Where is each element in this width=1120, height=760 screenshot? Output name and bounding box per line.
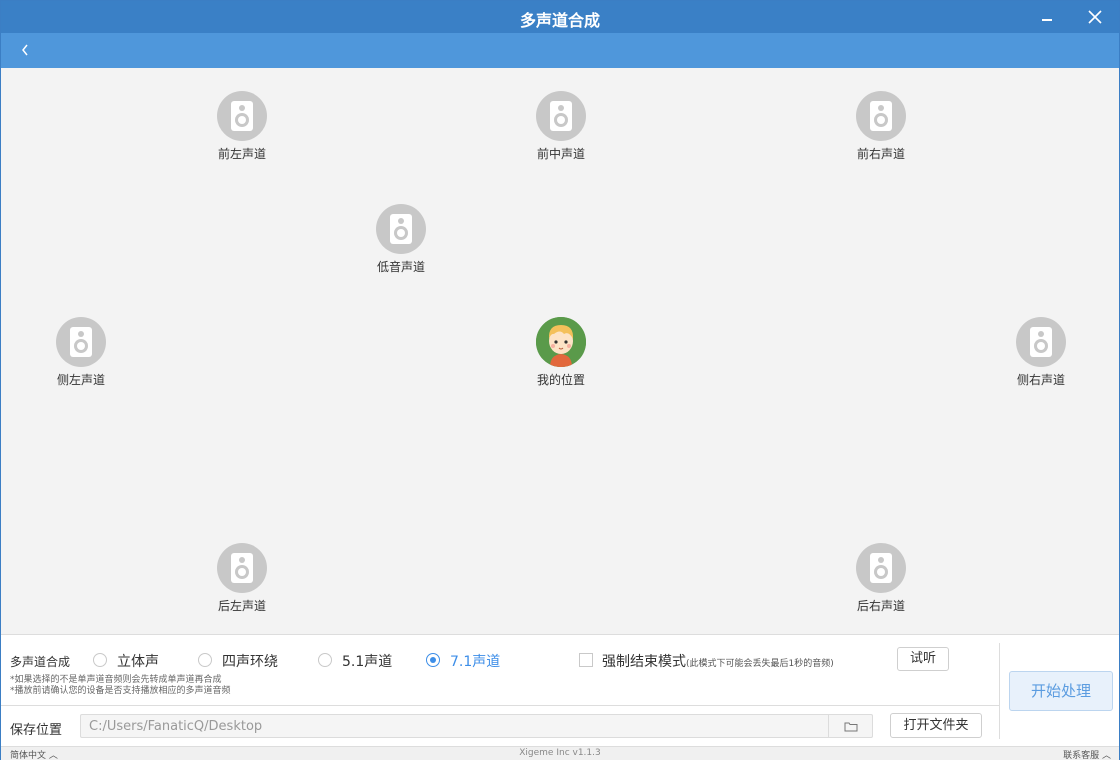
back-button[interactable] — [15, 40, 35, 60]
browse-button[interactable] — [828, 715, 872, 737]
speaker-icon — [1016, 317, 1066, 367]
radio-circle — [198, 653, 212, 667]
radio-label: 四声环绕 — [222, 654, 278, 670]
speaker-rear-left[interactable]: 后左声道 — [202, 543, 282, 614]
speaker-rear-right[interactable]: 后右声道 — [841, 543, 921, 614]
save-path-field — [80, 714, 873, 738]
start-button[interactable]: 开始处理 — [1009, 671, 1113, 711]
save-location-label: 保存位置 — [10, 723, 63, 738]
force-end-label: 强制结束模式 — [602, 654, 686, 670]
support-label: 联系客服 — [1063, 751, 1100, 760]
listener-position: 我的位置 — [521, 317, 601, 388]
window-title: 多声道合成 — [519, 11, 600, 30]
open-folder-button[interactable]: 打开文件夹 — [890, 713, 982, 738]
title-bar: 多声道合成 — [1, 1, 1119, 33]
speaker-label: 侧左声道 — [56, 373, 105, 387]
minimize-icon — [1042, 19, 1052, 21]
speaker-icon — [536, 91, 586, 141]
chevron-left-icon — [22, 44, 28, 56]
speaker-label: 侧右声道 — [1016, 373, 1065, 387]
speaker-icon — [217, 91, 267, 141]
radio-circle — [93, 653, 107, 667]
listener-label: 我的位置 — [536, 373, 585, 387]
note-line: *播放前请确认您的设备是否支持播放相应的多声道音频 — [10, 686, 231, 696]
folder-icon — [844, 722, 858, 732]
force-end-text: 强制结束模式(此模式下可能会丢失最后1秒的音频) — [602, 651, 834, 671]
radio-label: 7.1声道 — [450, 654, 501, 670]
nav-bar — [1, 33, 1119, 68]
speaker-layout: 前左声道 前中声道 前右声道 低音声道 侧左声道 我的位置 侧右声道 后左声道 … — [1, 68, 1119, 634]
chevron-up-icon: ︿ — [1101, 751, 1111, 760]
radio-label: 5.1声道 — [342, 654, 393, 670]
minimize-button[interactable] — [1025, 1, 1069, 33]
speaker-label: 后左声道 — [217, 599, 266, 613]
speaker-label: 前左声道 — [217, 147, 266, 161]
mode-label: 多声道合成 — [10, 655, 71, 669]
status-bar: 简体中文 ︿ Xigeme Inc v1.1.3 联系客服 ︿ — [1, 746, 1119, 760]
speaker-icon — [376, 204, 426, 254]
notes: *如果选择的不是单声道音频则会先转成单声道再合成 *播放前请确认您的设备是否支持… — [10, 675, 231, 697]
checkbox-box — [579, 653, 593, 667]
radio-circle — [426, 653, 440, 667]
divider — [999, 643, 1000, 739]
speaker-icon — [217, 543, 267, 593]
speaker-label: 前中声道 — [536, 147, 585, 161]
support-link[interactable]: 联系客服 ︿ — [1063, 748, 1111, 760]
speaker-bass[interactable]: 低音声道 — [361, 204, 441, 275]
speaker-label: 低音声道 — [376, 260, 425, 274]
radio-label: 立体声 — [117, 654, 159, 670]
speaker-side-left[interactable]: 侧左声道 — [41, 317, 121, 388]
avatar-icon — [536, 317, 586, 367]
speaker-front-left[interactable]: 前左声道 — [202, 91, 282, 162]
speaker-icon — [856, 91, 906, 141]
speaker-label: 前右声道 — [856, 147, 905, 161]
speaker-front-right[interactable]: 前右声道 — [841, 91, 921, 162]
force-end-note: (此模式下可能会丢失最后1秒的音频) — [686, 659, 834, 669]
speaker-label: 后右声道 — [856, 599, 905, 613]
mode-row: 多声道合成 立体声 四声环绕 5.1声道 7.1声道 强制结束模式(此模式下可能… — [10, 651, 1000, 671]
speaker-side-right[interactable]: 侧右声道 — [1001, 317, 1081, 388]
app-window: 多声道合成 前左声道 前中声道 前右声道 低音声道 侧左声道 我的位置 侧右声道… — [0, 0, 1120, 760]
close-button[interactable] — [1073, 1, 1117, 33]
close-icon — [1088, 10, 1102, 24]
note-line: *如果选择的不是单声道音频则会先转成单声道再合成 — [10, 675, 222, 685]
speaker-icon — [56, 317, 106, 367]
radio-circle — [318, 653, 332, 667]
version-text: Xigeme Inc v1.1.3 — [519, 748, 601, 758]
preview-button[interactable]: 试听 — [897, 647, 949, 671]
speaker-icon — [856, 543, 906, 593]
speaker-front-center[interactable]: 前中声道 — [521, 91, 601, 162]
save-path-input[interactable] — [81, 715, 829, 737]
divider — [1, 705, 999, 706]
